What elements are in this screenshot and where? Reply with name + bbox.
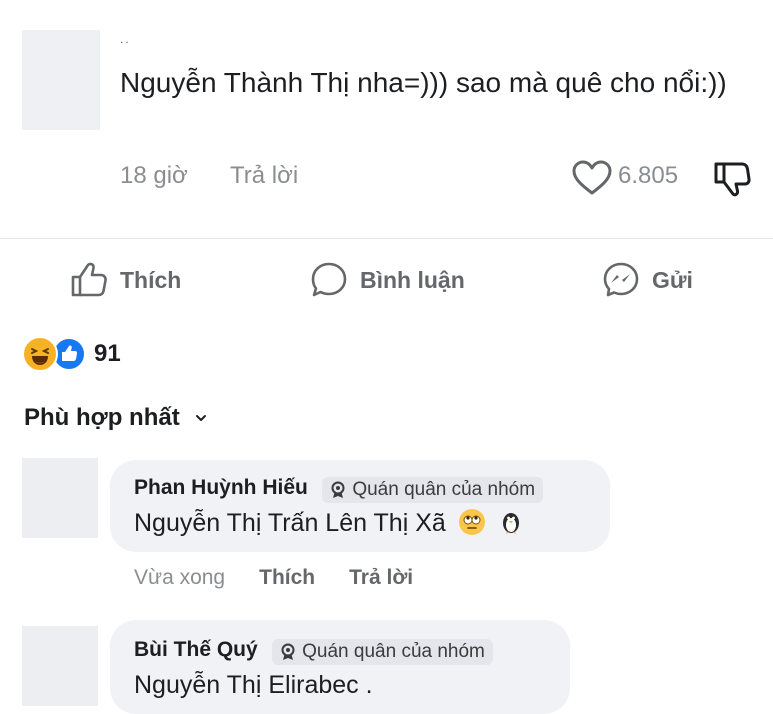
top-comment-time: 18 giờ [120,162,188,189]
face-with-rolling-eyes-icon [458,508,485,535]
top-comment-text: Nguyễn Thành Thị nha=))) sao mà quê cho … [120,67,727,98]
chevron-down-icon [195,415,206,421]
messenger-icon [603,262,639,297]
reply-bubble: Bùi Thế Quý Quán quân của nhóm Nguyễn Th… [110,620,570,714]
sort-label: Phù hợp nhất [24,404,180,431]
badge-label: Quán quân của nhóm [302,640,485,662]
reply-author-name[interactable]: Bùi Thế Quý [134,638,258,661]
reply-text-row: Nguyễn Thị Trấn Lên Thị Xã [134,508,543,538]
reply-avatar[interactable] [22,626,98,706]
like-action-button[interactable]: Thích [70,256,181,304]
group-champion-badge[interactable]: Quán quân của nhóm [272,638,493,665]
award-icon [331,481,345,498]
reply-text: Nguyễn Thị Elirabec . [134,670,373,699]
like-action-label: Thích [120,266,182,293]
top-comment-avatar[interactable] [22,30,100,130]
divider [0,238,773,239]
badge-label: Quán quân của nhóm [352,478,536,500]
comment-action-button[interactable]: Bình luận [310,256,465,304]
haha-reaction-icon [22,336,58,372]
reply-meta: Vừa xong Thích Trả lời [134,566,413,590]
award-icon [281,643,295,660]
top-comment-username[interactable]: .. [120,32,131,46]
penguin-icon [498,509,524,535]
heart-icon[interactable] [572,160,612,196]
comment-bubble-icon [311,262,347,297]
top-comment-reply-button[interactable]: Trả lời [230,162,298,190]
reply-text: Nguyễn Thị Trấn Lên Thị Xã [134,508,446,537]
sort-dropdown[interactable]: Phù hợp nhất [24,404,208,432]
reaction-count: 91 [94,340,121,367]
thumbs-down-icon[interactable] [712,158,752,198]
send-action-button[interactable]: Gửi [602,256,693,304]
reply-time: Vừa xong [134,566,226,589]
reply-bubble: Phan Huỳnh Hiếu Quán quân của nhóm Nguyễ… [110,460,610,552]
send-action-label: Gửi [652,266,693,293]
comment-action-label: Bình luận [360,266,465,293]
thumbs-up-icon [71,262,107,297]
reply-author-name[interactable]: Phan Huỳnh Hiếu [134,476,308,499]
reply-avatar[interactable] [22,458,98,538]
reactions-summary[interactable]: 91 [22,336,121,372]
reply-like-button[interactable]: Thích [259,566,315,590]
group-champion-badge[interactable]: Quán quân của nhóm [322,476,544,503]
top-comment-like-count: 6.805 [618,162,679,189]
reply-reply-button[interactable]: Trả lời [349,566,413,590]
